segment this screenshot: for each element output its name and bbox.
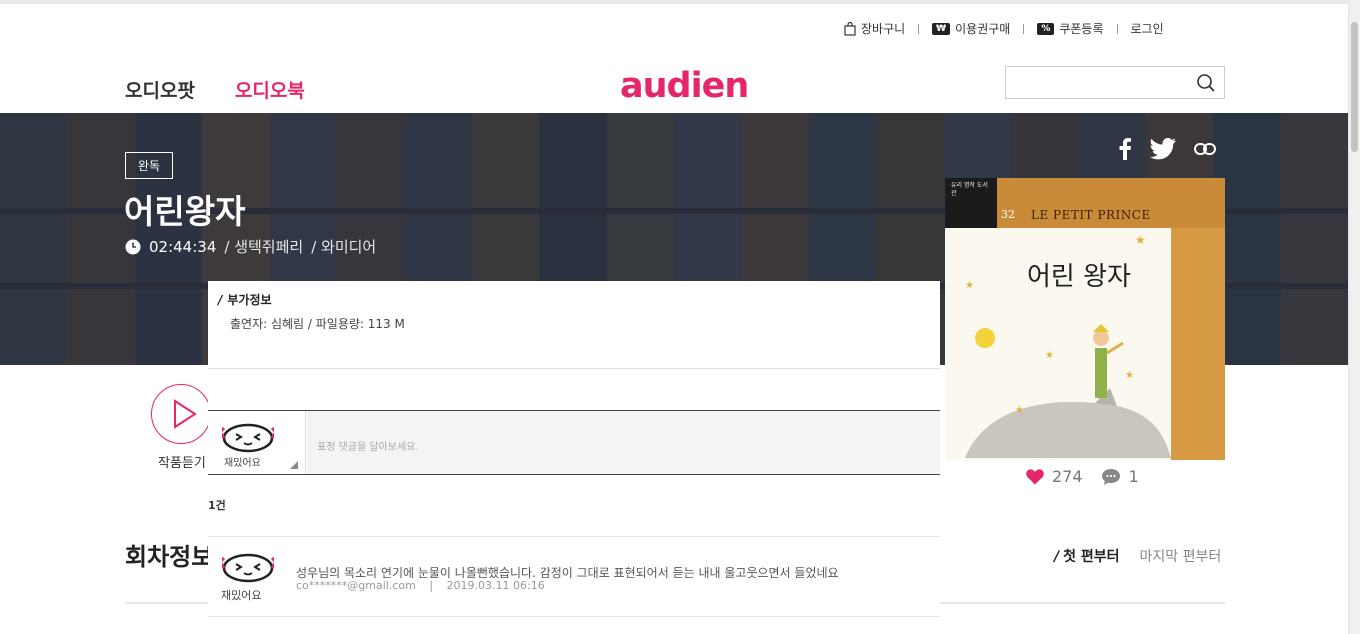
comment-meta: co*******@gmail.com | 2019.03.11 06:16 bbox=[296, 579, 545, 592]
nav-audiobook[interactable]: 오디오북 bbox=[235, 76, 305, 103]
facebook-icon[interactable] bbox=[1118, 138, 1132, 160]
laughing-face-icon bbox=[222, 553, 274, 583]
publisher-link[interactable]: / 와미디어 bbox=[311, 236, 376, 257]
author-link[interactable]: / 생텍쥐페리 bbox=[224, 236, 303, 257]
cart-link[interactable]: 장바구니 bbox=[844, 20, 905, 37]
coupon-link[interactable]: % 쿠폰등록 bbox=[1037, 20, 1104, 37]
comment-icon[interactable] bbox=[1101, 468, 1121, 486]
extra-info-heading: / 부가정보 bbox=[218, 291, 272, 308]
sort-first-button[interactable]: / 첫 편부터 bbox=[1054, 546, 1120, 566]
page-scrollbar[interactable] bbox=[1348, 0, 1360, 634]
comment-emotion: 재밌어요 bbox=[221, 589, 262, 602]
cover-number: 32 bbox=[1001, 208, 1015, 221]
slash-mark-icon: / bbox=[1054, 549, 1060, 565]
sort-last-button[interactable]: 마지막 편부터 bbox=[1140, 546, 1222, 566]
cover-english-title: LE PETIT PRINCE bbox=[1031, 208, 1151, 222]
comment-author: co*******@gmail.com bbox=[296, 579, 416, 592]
comment-composer: 재밌어요 표정 댓글을 달아보세요. bbox=[208, 410, 940, 475]
audien-logo[interactable]: audien bbox=[620, 66, 749, 106]
svg-text:★: ★ bbox=[965, 280, 974, 291]
svg-text:★: ★ bbox=[1045, 350, 1054, 361]
cover-series: 유리 명작 도서관 bbox=[945, 178, 997, 228]
cover-korean-title: 어린 왕자 bbox=[1027, 262, 1131, 292]
cart-label: 장바구니 bbox=[861, 22, 906, 36]
coupon-label: 쿠폰등록 bbox=[1059, 22, 1104, 36]
emotion-select[interactable]: 재밌어요 bbox=[208, 411, 306, 474]
svg-text:★: ★ bbox=[1015, 405, 1024, 416]
episode-sort: / 첫 편부터 마지막 편부터 bbox=[1054, 546, 1221, 566]
slash-mark-icon: / bbox=[218, 293, 223, 307]
play-button[interactable] bbox=[151, 384, 211, 444]
share-buttons bbox=[1118, 138, 1216, 160]
divider: | bbox=[429, 579, 434, 592]
search-icon[interactable] bbox=[1196, 73, 1216, 93]
scrollbar-thumb[interactable] bbox=[1351, 22, 1358, 152]
emotion-label: 재밌어요 bbox=[224, 458, 261, 469]
sort-first-label: 첫 편부터 bbox=[1063, 549, 1120, 565]
percent-badge-icon: % bbox=[1037, 22, 1055, 35]
book-meta: 02:44:34 / 생텍쥐페리 / 와미디어 bbox=[125, 236, 376, 257]
twitter-icon[interactable] bbox=[1150, 138, 1176, 160]
duration: 02:44:34 bbox=[149, 237, 217, 256]
divider bbox=[1116, 23, 1118, 34]
window-top-border bbox=[0, 0, 1360, 4]
dropdown-corner-icon bbox=[290, 461, 298, 469]
book-stats: 274 1 bbox=[1026, 467, 1139, 486]
divider bbox=[1023, 23, 1025, 34]
svg-text:★: ★ bbox=[1135, 233, 1146, 247]
main-nav: 오디오팟 오디오북 bbox=[125, 76, 305, 103]
heart-icon[interactable] bbox=[1026, 468, 1044, 485]
clock-icon bbox=[125, 239, 141, 254]
svg-text:★: ★ bbox=[1125, 370, 1134, 381]
divider bbox=[918, 23, 920, 34]
extra-info-title: 부가정보 bbox=[227, 293, 272, 307]
comment-date: 2019.03.11 06:16 bbox=[446, 579, 545, 592]
divider bbox=[208, 616, 940, 617]
utility-nav: 장바구니 ₩ 이용권구매 % 쿠폰등록 로그인 bbox=[844, 20, 1164, 37]
comment-textarea[interactable]: 표정 댓글을 달아보세요. bbox=[307, 411, 940, 474]
play-label[interactable]: 작품듣기 bbox=[158, 452, 206, 471]
divider bbox=[208, 368, 940, 369]
extra-info-text: 출연자: 심혜림 / 파일용량: 113 M bbox=[230, 317, 405, 331]
book-cover: 유리 명작 도서관 32 LE PETIT PRINCE ★ ★ ★ ★ ★ 어… bbox=[945, 178, 1225, 460]
comment-count: 1건 bbox=[208, 499, 226, 512]
login-link[interactable]: 로그인 bbox=[1131, 20, 1164, 37]
ticket-link[interactable]: ₩ 이용권구매 bbox=[932, 20, 1010, 37]
search-input[interactable] bbox=[1005, 66, 1225, 99]
nav-audiopot[interactable]: 오디오팟 bbox=[125, 76, 195, 103]
likes-count: 274 bbox=[1052, 467, 1083, 486]
link-icon[interactable] bbox=[1194, 142, 1216, 156]
status-badge: 완독 bbox=[125, 152, 174, 179]
laughing-face-icon bbox=[222, 423, 274, 453]
episodes-title: 회차정보 bbox=[125, 543, 214, 571]
ticket-label: 이용권구매 bbox=[955, 22, 1011, 36]
won-badge-icon: ₩ bbox=[932, 22, 951, 35]
page-title: 어린왕자 bbox=[124, 192, 246, 231]
comments-count: 1 bbox=[1128, 467, 1139, 486]
login-label: 로그인 bbox=[1130, 22, 1164, 36]
shopping-bag-icon bbox=[844, 21, 856, 36]
info-comment-panel: / 부가정보 출연자: 심혜림 / 파일용량: 113 M 재밌어요 표정 댓글을… bbox=[208, 281, 940, 634]
play-icon bbox=[174, 399, 197, 429]
divider bbox=[208, 536, 940, 537]
